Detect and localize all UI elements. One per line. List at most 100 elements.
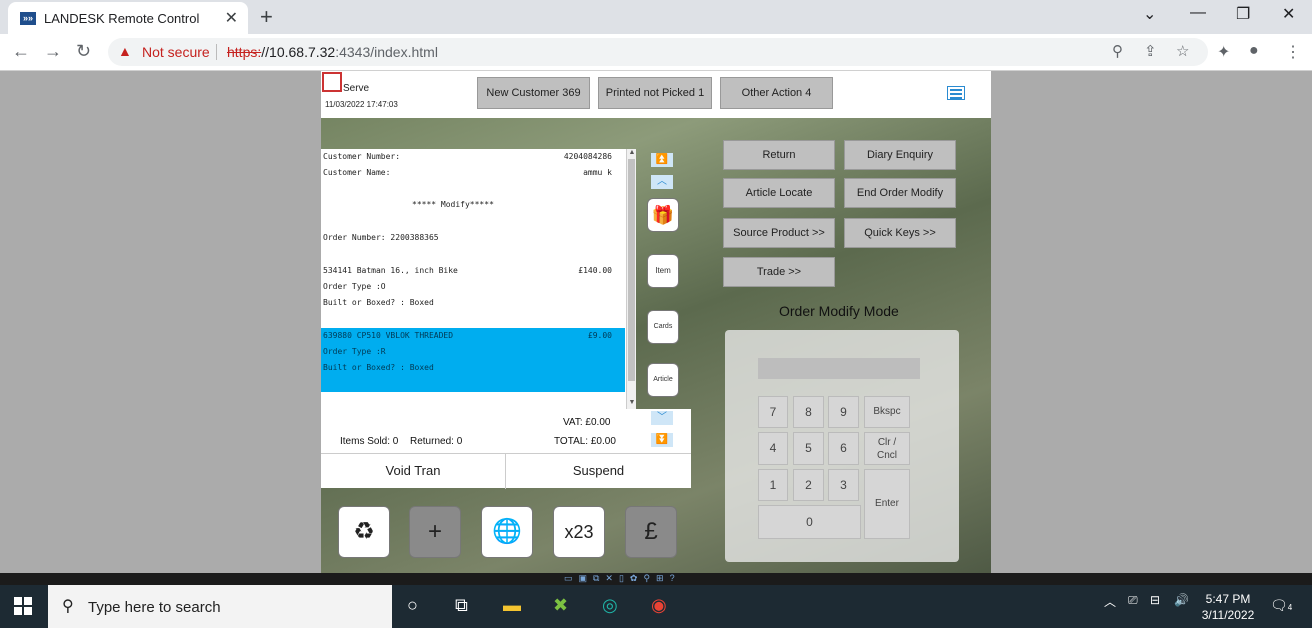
- reload-icon[interactable]: ↻: [76, 41, 91, 62]
- mode-label: Order Modify Mode: [779, 303, 899, 319]
- security-label[interactable]: Not secure: [142, 44, 210, 60]
- clock-date: 3/11/2022: [1201, 608, 1255, 622]
- receipt-panel[interactable]: Customer Number: 4204084286 Customer Nam…: [321, 149, 636, 409]
- clear-label: Clr /: [877, 437, 897, 448]
- source-product-button[interactable]: Source Product >>: [723, 218, 835, 248]
- landesk-app-icon[interactable]: ◎: [602, 595, 618, 616]
- network-icon[interactable]: ⊟: [1150, 593, 1160, 607]
- void-tran-button[interactable]: Void Tran: [321, 454, 506, 489]
- new-tab-icon[interactable]: +: [260, 4, 273, 30]
- forward-arrow-icon[interactable]: →: [44, 41, 62, 62]
- item-description: 639880 CP510 VBLOK THREADED: [323, 331, 454, 340]
- notification-icon[interactable]: 🗨4: [1270, 597, 1292, 614]
- clear-cancel-key[interactable]: Clr / Cncl: [864, 432, 910, 465]
- restore-icon[interactable]: ❐: [1236, 4, 1250, 24]
- scroll-up-icon[interactable]: ▲: [627, 149, 636, 159]
- close-window-icon[interactable]: ✕: [1282, 4, 1295, 24]
- new-customer-button[interactable]: New Customer 369: [477, 77, 590, 109]
- scroll-down-icon[interactable]: ▼: [627, 399, 636, 409]
- windows-start-icon[interactable]: [14, 597, 32, 615]
- pos-header: Serve 11/03/2022 17:47:03 New Customer 3…: [321, 71, 991, 118]
- share-icon[interactable]: ⇪: [1144, 42, 1157, 60]
- trade-button[interactable]: Trade >>: [723, 257, 835, 287]
- key-0[interactable]: 0: [758, 505, 861, 539]
- recycle-bag-icon[interactable]: ♻: [338, 506, 390, 558]
- tab-search-chevron-icon[interactable]: ⌄: [1143, 4, 1156, 24]
- other-action-button[interactable]: Other Action 4: [720, 77, 833, 109]
- gift-icon[interactable]: 🎁: [647, 198, 679, 232]
- key-9[interactable]: 9: [828, 396, 859, 428]
- profile-avatar-icon[interactable]: ●: [1249, 42, 1259, 60]
- file-explorer-icon[interactable]: ▬: [503, 595, 521, 616]
- minimize-icon[interactable]: —: [1190, 4, 1206, 22]
- back-arrow-icon[interactable]: ←: [12, 41, 30, 62]
- volume-icon[interactable]: 🔊: [1174, 593, 1189, 607]
- quantity-multiply-icon[interactable]: x23: [553, 506, 605, 558]
- url-text[interactable]: https://10.68.7.32:4343/index.html: [227, 44, 438, 60]
- card-icon[interactable]: Cards: [647, 310, 679, 344]
- keypad-display[interactable]: [758, 358, 920, 379]
- extensions-puzzle-icon[interactable]: ✦: [1217, 42, 1230, 62]
- article-download-icon[interactable]: Article: [647, 363, 679, 397]
- cancel-label: Cncl: [876, 450, 897, 461]
- suspend-button[interactable]: Suspend: [506, 454, 691, 489]
- tray-device-icon[interactable]: ⎚: [1128, 593, 1138, 608]
- return-button[interactable]: Return: [723, 140, 835, 170]
- add-customer-icon[interactable]: +: [409, 506, 461, 558]
- scroll-thumb[interactable]: [628, 159, 635, 381]
- remote-toolbar-icons[interactable]: ▭▣⧉✕▯✿⚲⊞?: [564, 573, 681, 584]
- taskbar-search[interactable]: ⚲ Type here to search: [48, 585, 392, 628]
- serve-icon[interactable]: [322, 72, 342, 92]
- key-4[interactable]: 4: [758, 432, 788, 465]
- key-6[interactable]: 6: [828, 432, 859, 465]
- enter-key[interactable]: Enter: [864, 469, 910, 539]
- cortana-circle-icon[interactable]: ○: [407, 595, 418, 616]
- receipt-scrollbar[interactable]: ▲ ▼: [626, 149, 636, 409]
- tab-close-icon[interactable]: ✕: [225, 8, 238, 28]
- scroll-down-icon[interactable]: ﹀: [651, 411, 673, 425]
- scroll-top-icon[interactable]: ⏫: [651, 153, 673, 167]
- bookmark-star-icon[interactable]: ☆: [1176, 42, 1189, 60]
- end-order-modify-button[interactable]: End Order Modify: [844, 178, 956, 208]
- kebab-menu-icon[interactable]: ⋮: [1285, 42, 1301, 62]
- globe-icon[interactable]: 🌐: [481, 506, 533, 558]
- key-1[interactable]: 1: [758, 469, 788, 501]
- key-2[interactable]: 2: [793, 469, 824, 501]
- article-locate-button[interactable]: Article Locate: [723, 178, 835, 208]
- remote-control-app-icon[interactable]: ✖: [553, 595, 568, 616]
- browser-tab[interactable]: »» LANDESK Remote Control ✕: [8, 2, 248, 34]
- browser-tab-strip: »» LANDESK Remote Control ✕ + ⌄ — ❐ ✕: [0, 0, 1312, 34]
- printed-not-picked-button[interactable]: Printed not Picked 1: [598, 77, 712, 109]
- key-3[interactable]: 3: [828, 469, 859, 501]
- key-7[interactable]: 7: [758, 396, 788, 428]
- tray-expand-icon[interactable]: ︿: [1104, 593, 1116, 610]
- basket-pound-icon[interactable]: £: [625, 506, 677, 558]
- windows-taskbar: ⚲ Type here to search ○ ⧉ ▬ ✖ ◎ ◉ ︿ ⎚ ⊟ …: [0, 585, 1312, 628]
- scroll-bottom-icon[interactable]: ⏬: [651, 433, 673, 447]
- notification-badge: 4: [1287, 603, 1293, 612]
- warning-triangle-icon[interactable]: ▲: [118, 43, 132, 59]
- hamburger-menu-icon[interactable]: [947, 86, 965, 100]
- quick-keys-button[interactable]: Quick Keys >>: [844, 218, 956, 248]
- clock-time: 5:47 PM: [1205, 592, 1251, 606]
- no-item-icon[interactable]: Item: [647, 254, 679, 288]
- article-label: Article: [653, 376, 673, 383]
- search-placeholder: Type here to search: [88, 599, 221, 616]
- item-order-type: Order Type :O: [323, 282, 386, 291]
- backspace-key[interactable]: Bkspc: [864, 396, 910, 428]
- totals-panel: VAT: £0.00 Items Sold: 0 Returned: 0 TOT…: [321, 409, 691, 453]
- task-view-icon[interactable]: ⧉: [455, 595, 468, 616]
- no-item-label: Item: [655, 266, 671, 275]
- zoom-icon[interactable]: ⚲: [1112, 42, 1123, 60]
- search-icon: ⚲: [62, 598, 74, 615]
- key-5[interactable]: 5: [793, 432, 824, 465]
- omnibox[interactable]: ▲ Not secure https://10.68.7.32:4343/ind…: [108, 38, 1208, 66]
- tab-title: LANDESK Remote Control: [44, 11, 200, 26]
- url-scheme: https:: [227, 44, 262, 60]
- card-label: Cards: [653, 323, 673, 330]
- scroll-up-icon[interactable]: ︿: [651, 175, 673, 189]
- key-8[interactable]: 8: [793, 396, 824, 428]
- diary-enquiry-button[interactable]: Diary Enquiry: [844, 140, 956, 170]
- chrome-icon[interactable]: ◉: [651, 595, 667, 616]
- taskbar-clock[interactable]: 5:47 PM 3/11/2022: [1200, 591, 1256, 623]
